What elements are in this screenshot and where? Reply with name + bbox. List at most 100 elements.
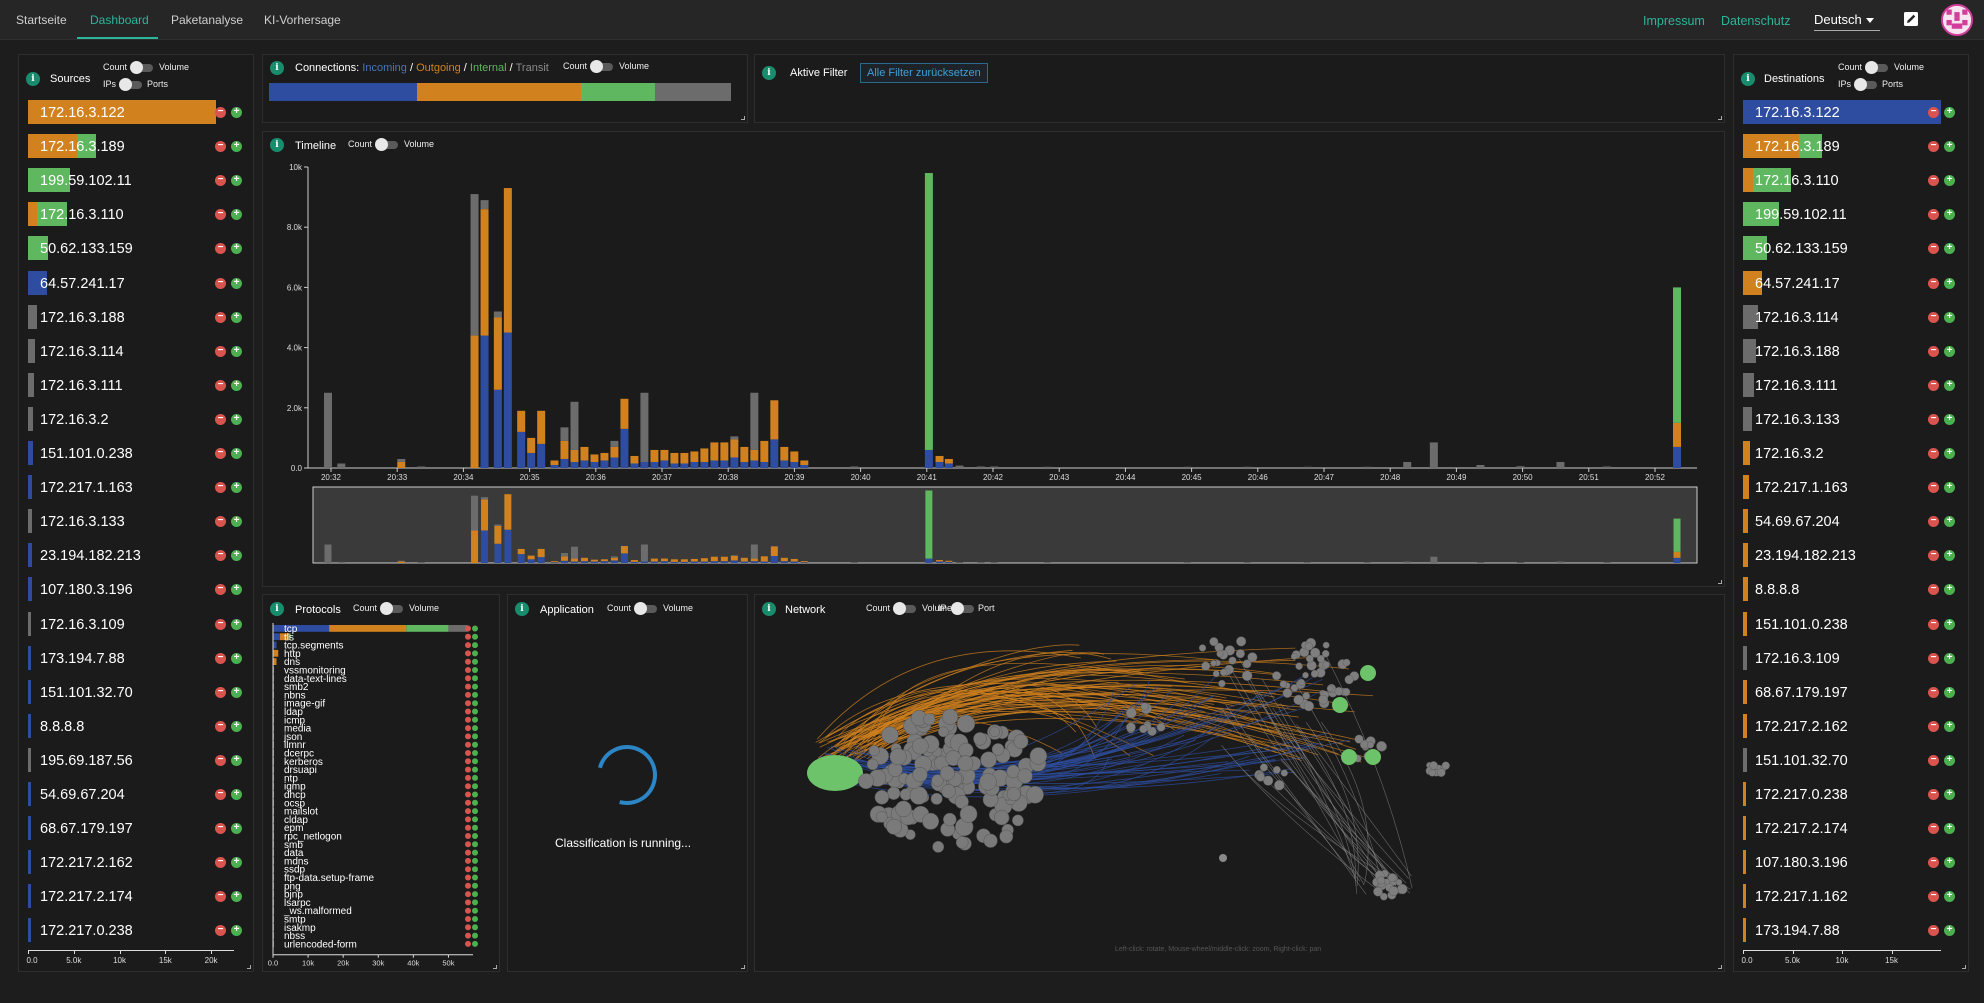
- timeline-chart[interactable]: 0.0 2.0k 4.0k 6.0k 8.0k 10k 20:32 20:33 20:34 20:…: [263, 132, 1726, 588]
- network-node[interactable]: [1216, 650, 1224, 658]
- network-node[interactable]: [1282, 688, 1293, 698]
- host-row[interactable]: 173.194.7.88 − +: [1743, 918, 1955, 943]
- timeline-bar-transit[interactable]: [1403, 461, 1412, 468]
- network-node[interactable]: [943, 812, 957, 827]
- network-node[interactable]: [875, 811, 888, 823]
- include-filter-button[interactable]: +: [231, 107, 242, 118]
- timeline-bar-outgoing[interactable]: [580, 446, 589, 461]
- network-node[interactable]: [895, 800, 912, 818]
- resize-handle[interactable]: [1718, 116, 1722, 120]
- include-filter-button[interactable]: [472, 658, 478, 665]
- network-node[interactable]: [1029, 747, 1048, 765]
- exclude-filter-button[interactable]: [465, 758, 471, 765]
- network-node[interactable]: [1387, 873, 1397, 883]
- connections-segment-internal[interactable]: [580, 83, 655, 101]
- host-row[interactable]: 172.217.0.238 − +: [28, 918, 252, 943]
- nav-datenschutz[interactable]: Datenschutz: [1721, 14, 1790, 28]
- exclude-filter-button[interactable]: −: [215, 857, 226, 869]
- exclude-filter-button[interactable]: [465, 667, 471, 673]
- exclude-filter-button[interactable]: [465, 882, 471, 889]
- exclude-filter-button[interactable]: −: [215, 754, 226, 766]
- exclude-filter-button[interactable]: [465, 675, 471, 682]
- include-filter-button[interactable]: +: [231, 686, 242, 698]
- network-node[interactable]: [1219, 668, 1228, 677]
- timeline-bar-incoming[interactable]: [493, 389, 502, 468]
- protocol-bar-internal[interactable]: [406, 625, 449, 632]
- timeline-bar-incoming[interactable]: [580, 460, 589, 468]
- count-volume-toggle[interactable]: [590, 60, 613, 73]
- host-row[interactable]: 172.217.2.174 − +: [1743, 816, 1955, 841]
- exclude-filter-button[interactable]: [465, 857, 471, 864]
- host-row[interactable]: 172.217.0.238 − +: [1743, 782, 1955, 806]
- host-row[interactable]: 172.16.3.188 − +: [1743, 338, 1955, 363]
- timeline-bar-transit[interactable]: [570, 401, 579, 450]
- exclude-filter-button[interactable]: [465, 891, 471, 898]
- include-filter-button[interactable]: +: [1944, 789, 1955, 800]
- host-row[interactable]: 172.217.1.162 − +: [1743, 884, 1955, 909]
- exclude-filter-button[interactable]: −: [215, 482, 226, 494]
- host-row[interactable]: 8.8.8.8 − +: [28, 713, 252, 738]
- timeline-bar-outgoing[interactable]: [710, 442, 719, 461]
- exclude-filter-button[interactable]: −: [215, 823, 226, 835]
- timeline-bar-incoming[interactable]: [570, 461, 579, 468]
- network-node[interactable]: [1280, 769, 1288, 777]
- include-filter-button[interactable]: +: [1944, 209, 1955, 221]
- timeline-bar-outgoing[interactable]: [493, 317, 502, 390]
- include-filter-button[interactable]: +: [231, 925, 242, 937]
- timeline-bar-outgoing[interactable]: [600, 452, 609, 461]
- network-node[interactable]: [866, 758, 879, 771]
- exclude-filter-button[interactable]: −: [1928, 482, 1939, 494]
- host-row[interactable]: 107.180.3.196 − +: [1743, 850, 1955, 875]
- timeline-bar-incoming[interactable]: [800, 464, 809, 468]
- exclude-filter-button[interactable]: −: [1928, 891, 1939, 903]
- network-node[interactable]: [1322, 641, 1330, 649]
- host-row[interactable]: 172.16.3.122 − +: [28, 100, 252, 124]
- language-select[interactable]: Deutsch: [1814, 12, 1880, 31]
- include-filter-button[interactable]: [472, 849, 478, 856]
- network-node[interactable]: [1342, 658, 1351, 667]
- network-node[interactable]: [1218, 679, 1226, 688]
- network-node[interactable]: [1334, 687, 1344, 696]
- exclude-filter-button[interactable]: [465, 816, 471, 823]
- connections-bar[interactable]: [269, 83, 731, 101]
- network-node[interactable]: [886, 818, 903, 835]
- timeline-bar-outgoing[interactable]: [503, 188, 512, 333]
- include-filter-button[interactable]: [472, 824, 478, 831]
- resize-handle[interactable]: [1718, 965, 1722, 969]
- resize-handle[interactable]: [741, 965, 745, 969]
- timeline-bar-incoming[interactable]: [924, 449, 933, 468]
- exclude-filter-button[interactable]: −: [215, 550, 226, 562]
- exclude-filter-button[interactable]: −: [215, 209, 226, 221]
- timeline-bar-incoming[interactable]: [640, 461, 649, 468]
- network-node[interactable]: [1366, 741, 1375, 749]
- exclude-filter-button[interactable]: [465, 849, 471, 856]
- network-node-internal[interactable]: [1341, 749, 1357, 765]
- timeline-bar-incoming[interactable]: [935, 461, 944, 468]
- exclude-filter-button[interactable]: −: [1928, 107, 1939, 118]
- network-node[interactable]: [1125, 707, 1137, 719]
- timeline-bar-incoming[interactable]: [550, 464, 559, 468]
- exclude-filter-button[interactable]: [465, 633, 471, 640]
- timeline-bar-transit[interactable]: [1363, 466, 1372, 468]
- host-row[interactable]: 172.16.3.111 − +: [1743, 372, 1955, 397]
- network-node[interactable]: [1377, 876, 1386, 885]
- timeline-bar-outgoing[interactable]: [397, 461, 406, 468]
- network-node[interactable]: [1429, 761, 1438, 770]
- network-node[interactable]: [1272, 671, 1282, 681]
- exclude-filter-button[interactable]: −: [215, 686, 226, 698]
- network-node[interactable]: [912, 766, 928, 783]
- exclude-filter-button[interactable]: [465, 932, 471, 939]
- exclude-filter-button[interactable]: [465, 833, 471, 839]
- include-filter-button[interactable]: [472, 642, 478, 649]
- timeline-bar-outgoing[interactable]: [700, 448, 709, 462]
- exclude-filter-button[interactable]: −: [215, 243, 226, 255]
- timeline-bar-incoming[interactable]: [700, 461, 709, 468]
- timeline-bar-outgoing[interactable]: [537, 410, 546, 444]
- exclude-filter-button[interactable]: −: [215, 107, 226, 118]
- network-node[interactable]: [923, 713, 936, 726]
- timeline-bar-incoming[interactable]: [690, 461, 699, 468]
- protocol-bar-outgoing[interactable]: [273, 658, 277, 665]
- include-filter-button[interactable]: +: [1944, 584, 1955, 596]
- exclude-filter-button[interactable]: −: [215, 175, 226, 187]
- include-filter-button[interactable]: +: [1944, 175, 1955, 187]
